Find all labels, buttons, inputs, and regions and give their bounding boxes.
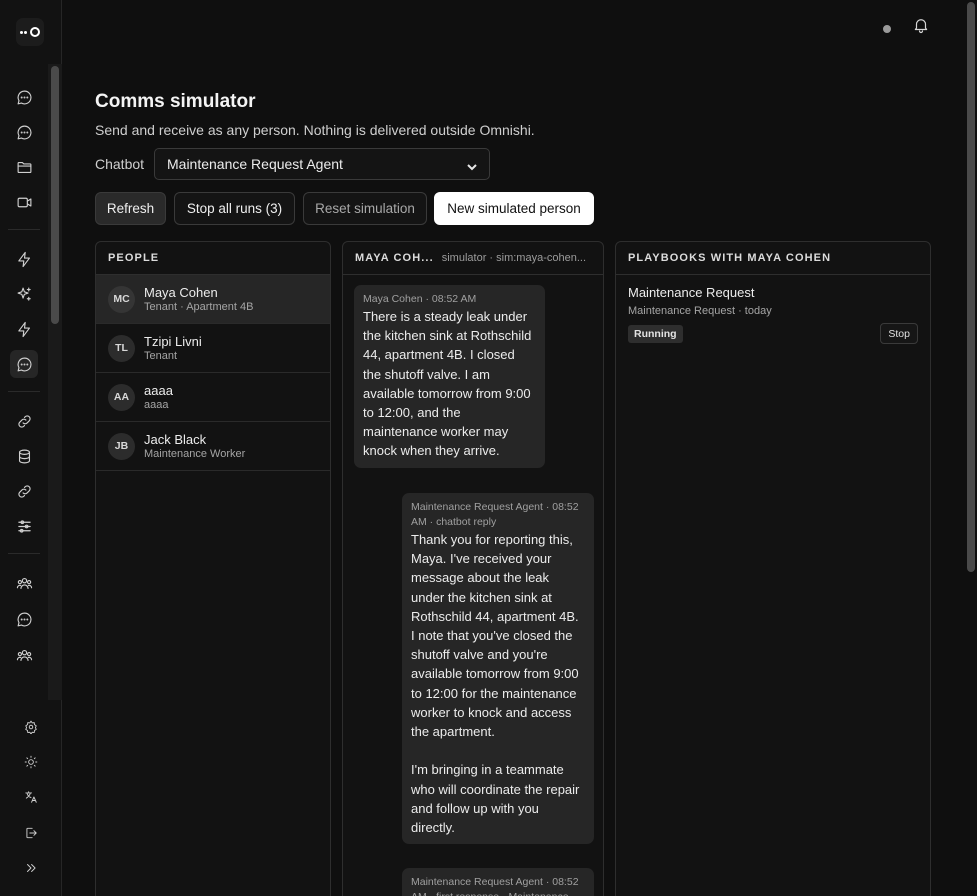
message-text: Thank you for reporting this, Maya. I've… (411, 532, 580, 836)
stop-playbook-button[interactable]: Stop (880, 323, 918, 344)
page-scrollbar[interactable] (965, 0, 977, 896)
person-name: Maya Cohen (144, 284, 218, 300)
message-incoming: Maya Cohen · 08:52 AM There is a steady … (354, 285, 545, 468)
logo-icon[interactable] (16, 18, 44, 46)
database-icon[interactable] (10, 442, 38, 470)
chevron-down-icon (467, 159, 477, 171)
sun-icon[interactable] (17, 748, 45, 776)
reset-simulation-button[interactable]: Reset simulation (303, 192, 427, 225)
users-icon[interactable] (10, 569, 38, 597)
message-outgoing: Maintenance Request Agent · 08:52 AM · c… (402, 493, 594, 845)
chatbot-select-value: Maintenance Request Agent (167, 156, 343, 172)
people-panel: PEOPLE MC Maya Cohen Tenant · Apartment 4… (95, 241, 331, 896)
person-role: Tenant (144, 349, 178, 362)
bell-icon[interactable] (912, 16, 930, 34)
playbook-title: Maintenance Request (628, 285, 755, 300)
message-outgoing: Maintenance Request Agent · 08:52 AM · f… (402, 868, 594, 896)
people-heading: PEOPLE (96, 242, 330, 275)
avatar: MC (108, 285, 135, 313)
person-item[interactable]: JB Jack Black Maintenance Worker (96, 422, 330, 471)
person-name: Jack Black (144, 431, 207, 447)
folder-icon[interactable] (10, 153, 38, 181)
person-role: Tenant · Apartment 4B (144, 300, 254, 313)
conversation-panel: MAYA COH... simulator · sim:maya-cohen..… (342, 241, 604, 896)
person-item[interactable]: TL Tzipi Livni Tenant (96, 324, 330, 373)
playbooks-panel: PLAYBOOKS WITH MAYA COHEN Maintenance Re… (615, 241, 931, 896)
chat-icon[interactable] (10, 118, 38, 146)
chat-icon[interactable] (10, 350, 38, 378)
page-title: Comms simulator (95, 91, 256, 112)
chat-icon[interactable] (10, 83, 38, 111)
person-item[interactable]: AA aaaa aaaa (96, 373, 330, 422)
link-icon[interactable] (10, 407, 38, 435)
new-simulated-person-button[interactable]: New simulated person (434, 192, 594, 225)
link-icon[interactable] (10, 477, 38, 505)
users-icon[interactable] (10, 641, 38, 669)
person-name: Tzipi Livni (144, 333, 202, 349)
conversation-heading: MAYA COH... simulator · sim:maya-cohen..… (343, 242, 603, 275)
video-icon[interactable] (10, 188, 38, 216)
chat-icon[interactable] (10, 605, 38, 633)
avatar: AA (108, 383, 135, 411)
logout-icon[interactable] (17, 819, 45, 847)
settings-icon[interactable] (17, 713, 45, 741)
playbooks-heading: PLAYBOOKS WITH MAYA COHEN (616, 242, 930, 275)
message-text: There is a steady leak under the kitchen… (363, 309, 535, 459)
chatbot-label: Chatbot (95, 156, 145, 172)
avatar: TL (108, 334, 135, 362)
stop-all-runs-button[interactable]: Stop all runs (3) (174, 192, 295, 225)
conversation-person-name: MAYA COH... (355, 252, 434, 264)
person-role: Maintenance Worker (144, 447, 246, 460)
message-meta: Maintenance Request Agent · 08:52 AM · c… (411, 501, 579, 528)
person-item[interactable]: MC Maya Cohen Tenant · Apartment 4B (96, 275, 330, 324)
person-name: aaaa (144, 382, 173, 398)
expand-icon[interactable] (17, 854, 45, 882)
page-subtitle: Send and receive as any person. Nothing … (95, 122, 535, 138)
sliders-icon[interactable] (10, 512, 38, 540)
conversation-meta: simulator · sim:maya-cohen... (441, 252, 586, 264)
chatbot-select[interactable]: Maintenance Request Agent (154, 148, 490, 180)
translate-icon[interactable] (17, 783, 45, 811)
avatar: JB (108, 432, 135, 460)
sparkle-icon[interactable] (10, 280, 38, 308)
bolt-icon[interactable] (10, 245, 38, 273)
sidebar (0, 0, 62, 896)
status-dot (883, 25, 891, 33)
bolt-icon[interactable] (10, 315, 38, 343)
message-meta: Maintenance Request Agent · 08:52 AM · f… (411, 876, 579, 896)
person-role: aaaa (144, 398, 169, 411)
status-badge: Running (628, 325, 683, 343)
refresh-button[interactable]: Refresh (95, 192, 166, 225)
message-meta: Maya Cohen · 08:52 AM (363, 293, 477, 305)
playbook-subtitle: Maintenance Request · today (628, 305, 772, 317)
sidebar-scrollbar[interactable] (48, 64, 62, 700)
